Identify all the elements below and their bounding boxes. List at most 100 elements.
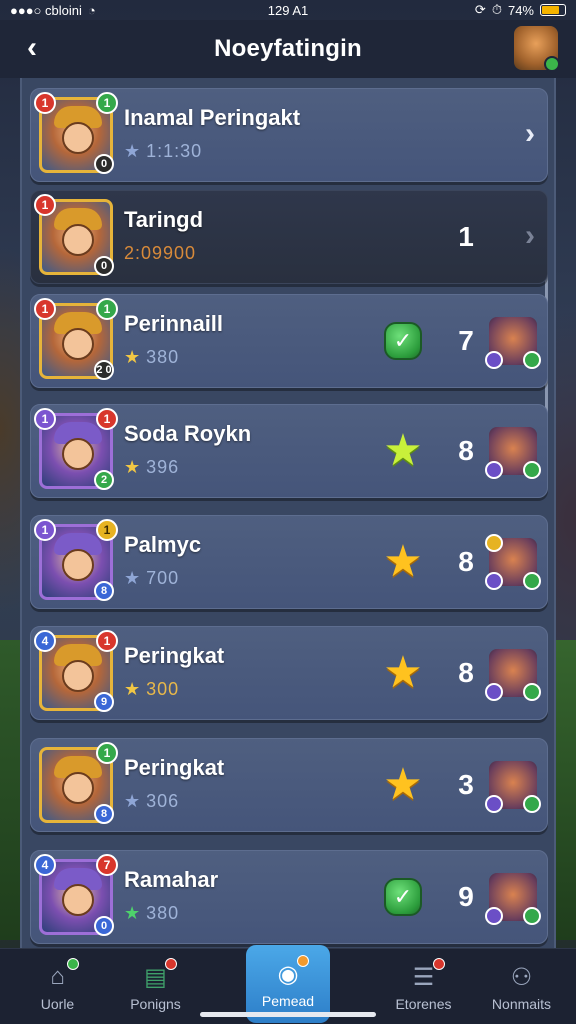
player-avatar: 1 1 2	[34, 408, 118, 490]
status-bar: ●●●○ cbloini ◔ 129 A1 ⟳ ⏱ 74%	[0, 0, 576, 20]
chevron-left-icon: ‹	[27, 31, 37, 64]
leaderboard-list[interactable]: 1 1 0 Inamal Peringakt ★ 1:1:30 › 1 0 Taringd 2:09…	[20, 78, 556, 948]
item-plus-icon	[523, 461, 541, 479]
player-avatar: 4 1 9	[34, 630, 118, 712]
tier-badge: 8	[94, 581, 114, 601]
nav-label-list: Etorenes	[395, 996, 452, 1012]
star-icon: ★	[124, 141, 142, 161]
rank-number: 3	[458, 769, 474, 800]
star-icon: ★	[124, 791, 142, 811]
profile-badge	[544, 56, 560, 72]
score-value: 300	[146, 679, 180, 699]
star-icon: ★	[124, 903, 142, 923]
item-plus-icon	[523, 683, 541, 701]
level-badge: 4	[34, 854, 56, 876]
nav-label-chest: Ponigns	[130, 996, 181, 1012]
reward-item-icon[interactable]	[485, 317, 541, 369]
page-title: Noeyfatingin	[214, 35, 362, 62]
status-indicator: ★	[383, 651, 423, 695]
item-plus-icon	[523, 907, 541, 925]
top-app-bar: ‹ Noeyfatingin	[0, 20, 576, 78]
player-avatar: 1 1 2 0	[34, 298, 118, 380]
player-name: Peringkat	[124, 643, 225, 668]
rank-badge: 1	[96, 92, 118, 114]
leaderboard-row[interactable]: 1 1 8 Palmyc ★ 700 ★ 8	[30, 515, 548, 609]
player-name: Ramahar	[124, 867, 219, 892]
player-name: Soda Roykn	[124, 421, 252, 446]
player-avatar: 18	[39, 742, 118, 824]
rank-badge: 1	[96, 298, 118, 320]
score-value: 700	[146, 568, 180, 588]
camera-icon: ◉	[271, 955, 309, 989]
player-name: Peringkat	[124, 755, 225, 780]
player-name: Palmyc	[124, 532, 202, 557]
level-badge: 4	[34, 630, 56, 652]
carrier-label: ●●●○ cbloini	[10, 2, 82, 18]
battery-label: 74%	[507, 2, 534, 18]
status-indicator: ✓	[383, 877, 423, 917]
chevron-right-icon[interactable]: ›	[525, 117, 535, 151]
nav-label-home: Uorle	[40, 996, 75, 1012]
nav-item-person[interactable]: ⚇ Nonmaits	[464, 949, 576, 1024]
score-value: 306	[146, 791, 180, 811]
rank-number: 9	[458, 881, 474, 912]
score-value: 380	[146, 347, 180, 367]
item-plus-icon	[523, 795, 541, 813]
reward-item-icon[interactable]	[485, 534, 541, 590]
level-badge: 1	[34, 194, 56, 216]
profile-avatar[interactable]	[514, 26, 560, 72]
status-right: ⟳ ⏱ 74%	[475, 2, 566, 18]
reward-item-icon[interactable]	[485, 761, 541, 813]
player-score: ★ 396	[124, 457, 179, 478]
check-shield-icon: ✓	[384, 322, 422, 360]
item-badge-icon	[485, 534, 503, 552]
item-plus-icon	[523, 572, 541, 590]
player-score: ★ 306	[124, 791, 179, 812]
item-level-icon	[485, 907, 503, 925]
leaderboard-row[interactable]: 1 1 0 Inamal Peringakt ★ 1:1:30 ›	[30, 88, 548, 182]
back-button[interactable]: ‹	[14, 30, 50, 66]
player-score: ★ 380	[124, 347, 179, 368]
list-icon: ☰	[407, 958, 445, 992]
avatar-face	[62, 772, 94, 804]
rank-badge: 1	[96, 742, 118, 764]
reward-item-icon[interactable]	[485, 649, 541, 701]
item-plus-icon	[523, 351, 541, 369]
player-avatar: 1 1 0	[34, 92, 118, 174]
level-badge: 1	[34, 298, 56, 320]
tier-badge: 9	[94, 692, 114, 712]
leaderboard-row[interactable]: 1 0 Taringd 2:09900 1 ›	[30, 190, 548, 284]
rank-badge: 1	[96, 408, 118, 430]
chevron-right-icon[interactable]: ›	[525, 219, 535, 253]
leaderboard-row[interactable]: 4 7 0 Ramahar ★ 380 ✓ 9	[30, 850, 548, 944]
leaderboard-row[interactable]: 1 1 2 0 Perinnaill ★ 380 ✓ 7	[30, 294, 548, 388]
star-icon: ★	[124, 347, 142, 367]
score-value: 1:1:30	[146, 141, 203, 161]
status-indicator: ★	[383, 760, 423, 809]
star-icon: ★	[124, 679, 142, 699]
leaderboard-row[interactable]: 1 8 Peringkat ★ 306 ★ 3	[30, 738, 548, 832]
carrier-area: ●●●○ cbloini ◔	[10, 3, 96, 18]
rank-badge: 1	[96, 630, 118, 652]
tier-badge: 0	[94, 256, 114, 276]
player-avatar: 10	[34, 194, 114, 276]
tier-badge: 2 0	[94, 360, 114, 380]
status-indicator: ★	[383, 426, 423, 475]
player-avatar: 4 7 0	[34, 854, 118, 936]
nav-item-chest[interactable]: ▤ Ponigns	[98, 949, 213, 1024]
avatar-face	[62, 884, 94, 916]
avatar-face	[62, 122, 94, 154]
leaderboard-row[interactable]: 4 1 9 Peringkat ★ 300 ★ 8	[30, 626, 548, 720]
level-badge: 1	[34, 408, 56, 430]
reward-item-icon[interactable]	[485, 427, 541, 479]
leaderboard-row[interactable]: 1 1 2 Soda Roykn ★ 396 ★ 8	[30, 404, 548, 498]
player-score: 2:09900	[124, 243, 196, 264]
item-level-icon	[485, 795, 503, 813]
house-icon: ⌂	[41, 958, 79, 992]
tier-badge: 0	[94, 154, 114, 174]
gold-star-icon: ★	[383, 760, 423, 809]
home-indicator[interactable]	[200, 1012, 376, 1017]
reward-item-icon[interactable]	[485, 873, 541, 925]
tier-badge: 8	[94, 804, 114, 824]
lime-star-icon: ★	[383, 426, 423, 475]
